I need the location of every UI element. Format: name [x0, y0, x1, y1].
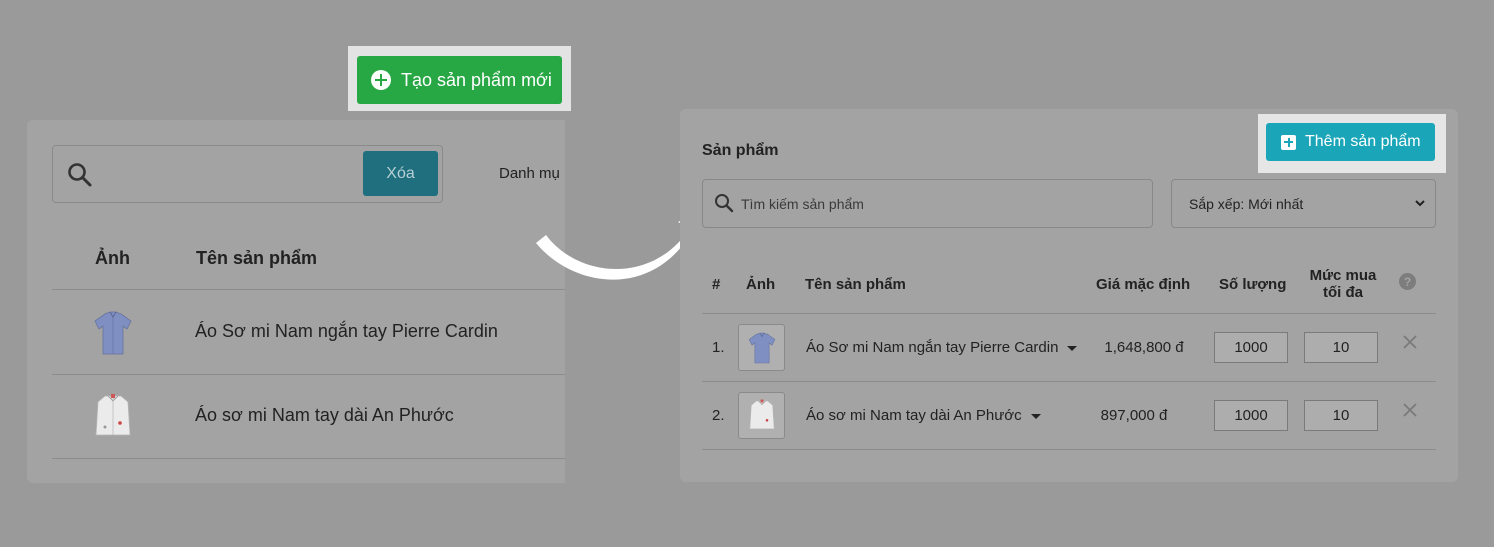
- plus-square-icon: [1281, 134, 1296, 150]
- product-name: Áo sơ mi Nam tay dài An Phước: [195, 405, 454, 425]
- max-purchase-input[interactable]: 10: [1304, 332, 1378, 363]
- caret-down-icon: [1030, 413, 1041, 419]
- column-product-name: Tên sản phẩm: [196, 248, 318, 268]
- max-purchase-input[interactable]: 10: [1304, 400, 1378, 431]
- plus-circle-icon: [371, 70, 391, 90]
- column-image: Ảnh: [95, 248, 130, 268]
- selected-products-panel: Sản phẩm Thêm sản phẩm Sắp xếp: Mới nhất…: [680, 109, 1458, 482]
- product-name: Áo Sơ mi Nam ngắn tay Pierre Cardin: [195, 321, 498, 341]
- column-max-purchase: Mức mua tối đa: [1306, 267, 1380, 301]
- caret-down-icon: [1067, 345, 1078, 351]
- shirt-thumbnail: [749, 399, 774, 429]
- product-variant-select[interactable]: Áo Sơ mi Nam ngắn tay Pierre Cardin: [806, 339, 1078, 356]
- row-index: 1.: [712, 339, 725, 356]
- chevron-down-icon: [1415, 200, 1425, 207]
- shirt-thumbnail: [94, 311, 132, 355]
- product-list-panel: Xóa Danh mụ Ảnh Tên sản phẩm Áo Sơ mi Na…: [27, 120, 565, 483]
- default-price: 1,648,800 đ: [1104, 339, 1184, 356]
- column-max-purchase-line1: Mức mua: [1309, 267, 1377, 284]
- product-search-box[interactable]: [702, 179, 1153, 228]
- left-table-header: Ảnh Tên sản phẩm: [52, 235, 565, 290]
- default-price: 897,000 đ: [1100, 407, 1168, 424]
- product-name: Áo Sơ mi Nam ngắn tay Pierre Cardin: [806, 339, 1059, 356]
- create-product-button[interactable]: Tạo sản phẩm mới: [357, 56, 562, 104]
- section-title: Sản phẩm: [702, 142, 779, 159]
- column-product-name: Tên sản phẩm: [805, 276, 906, 293]
- clear-button[interactable]: Xóa: [363, 151, 438, 196]
- quantity-input[interactable]: 1000: [1214, 400, 1288, 431]
- product-search-input[interactable]: [741, 192, 1141, 216]
- column-quantity: Số lượng: [1219, 276, 1287, 293]
- close-icon[interactable]: [1402, 402, 1418, 418]
- table-row: 1. Áo Sơ mi Nam ngắn tay Pierre Cardin 1…: [702, 314, 1436, 382]
- search-icon: [715, 194, 734, 213]
- sort-select[interactable]: Sắp xếp: Mới nhất: [1171, 179, 1436, 228]
- column-image: Ảnh: [746, 276, 776, 293]
- search-icon: [68, 163, 92, 187]
- column-index: #: [712, 276, 721, 293]
- add-product-label: Thêm sản phẩm: [1305, 133, 1421, 150]
- create-product-label: Tạo sản phẩm mới: [401, 69, 552, 90]
- left-search-box[interactable]: Xóa: [52, 145, 443, 203]
- product-name: Áo sơ mi Nam tay dài An Phước: [806, 407, 1022, 424]
- help-icon[interactable]: ?: [1399, 273, 1416, 290]
- quantity-input[interactable]: 1000: [1214, 332, 1288, 363]
- table-row[interactable]: Áo sơ mi Nam tay dài An Phước: [52, 375, 565, 459]
- category-filter[interactable]: Danh mụ: [499, 165, 560, 182]
- row-index: 2.: [712, 407, 725, 424]
- column-max-purchase-line2: tối đa: [1323, 284, 1363, 301]
- sort-label: Sắp xếp: Mới nhất: [1189, 196, 1304, 212]
- product-thumbnail: [738, 392, 785, 439]
- close-icon[interactable]: [1402, 334, 1418, 350]
- table-row[interactable]: Áo Sơ mi Nam ngắn tay Pierre Cardin: [52, 291, 565, 375]
- shirt-thumbnail: [748, 332, 775, 363]
- product-thumbnail: [738, 324, 785, 371]
- shirt-thumbnail: [95, 394, 131, 436]
- product-variant-select[interactable]: Áo sơ mi Nam tay dài An Phước: [806, 407, 1041, 424]
- add-product-button[interactable]: Thêm sản phẩm: [1266, 123, 1435, 161]
- table-row: 2. Áo sơ mi Nam tay dài An Phước 897,000…: [702, 382, 1436, 450]
- column-default-price: Giá mặc định: [1096, 276, 1191, 293]
